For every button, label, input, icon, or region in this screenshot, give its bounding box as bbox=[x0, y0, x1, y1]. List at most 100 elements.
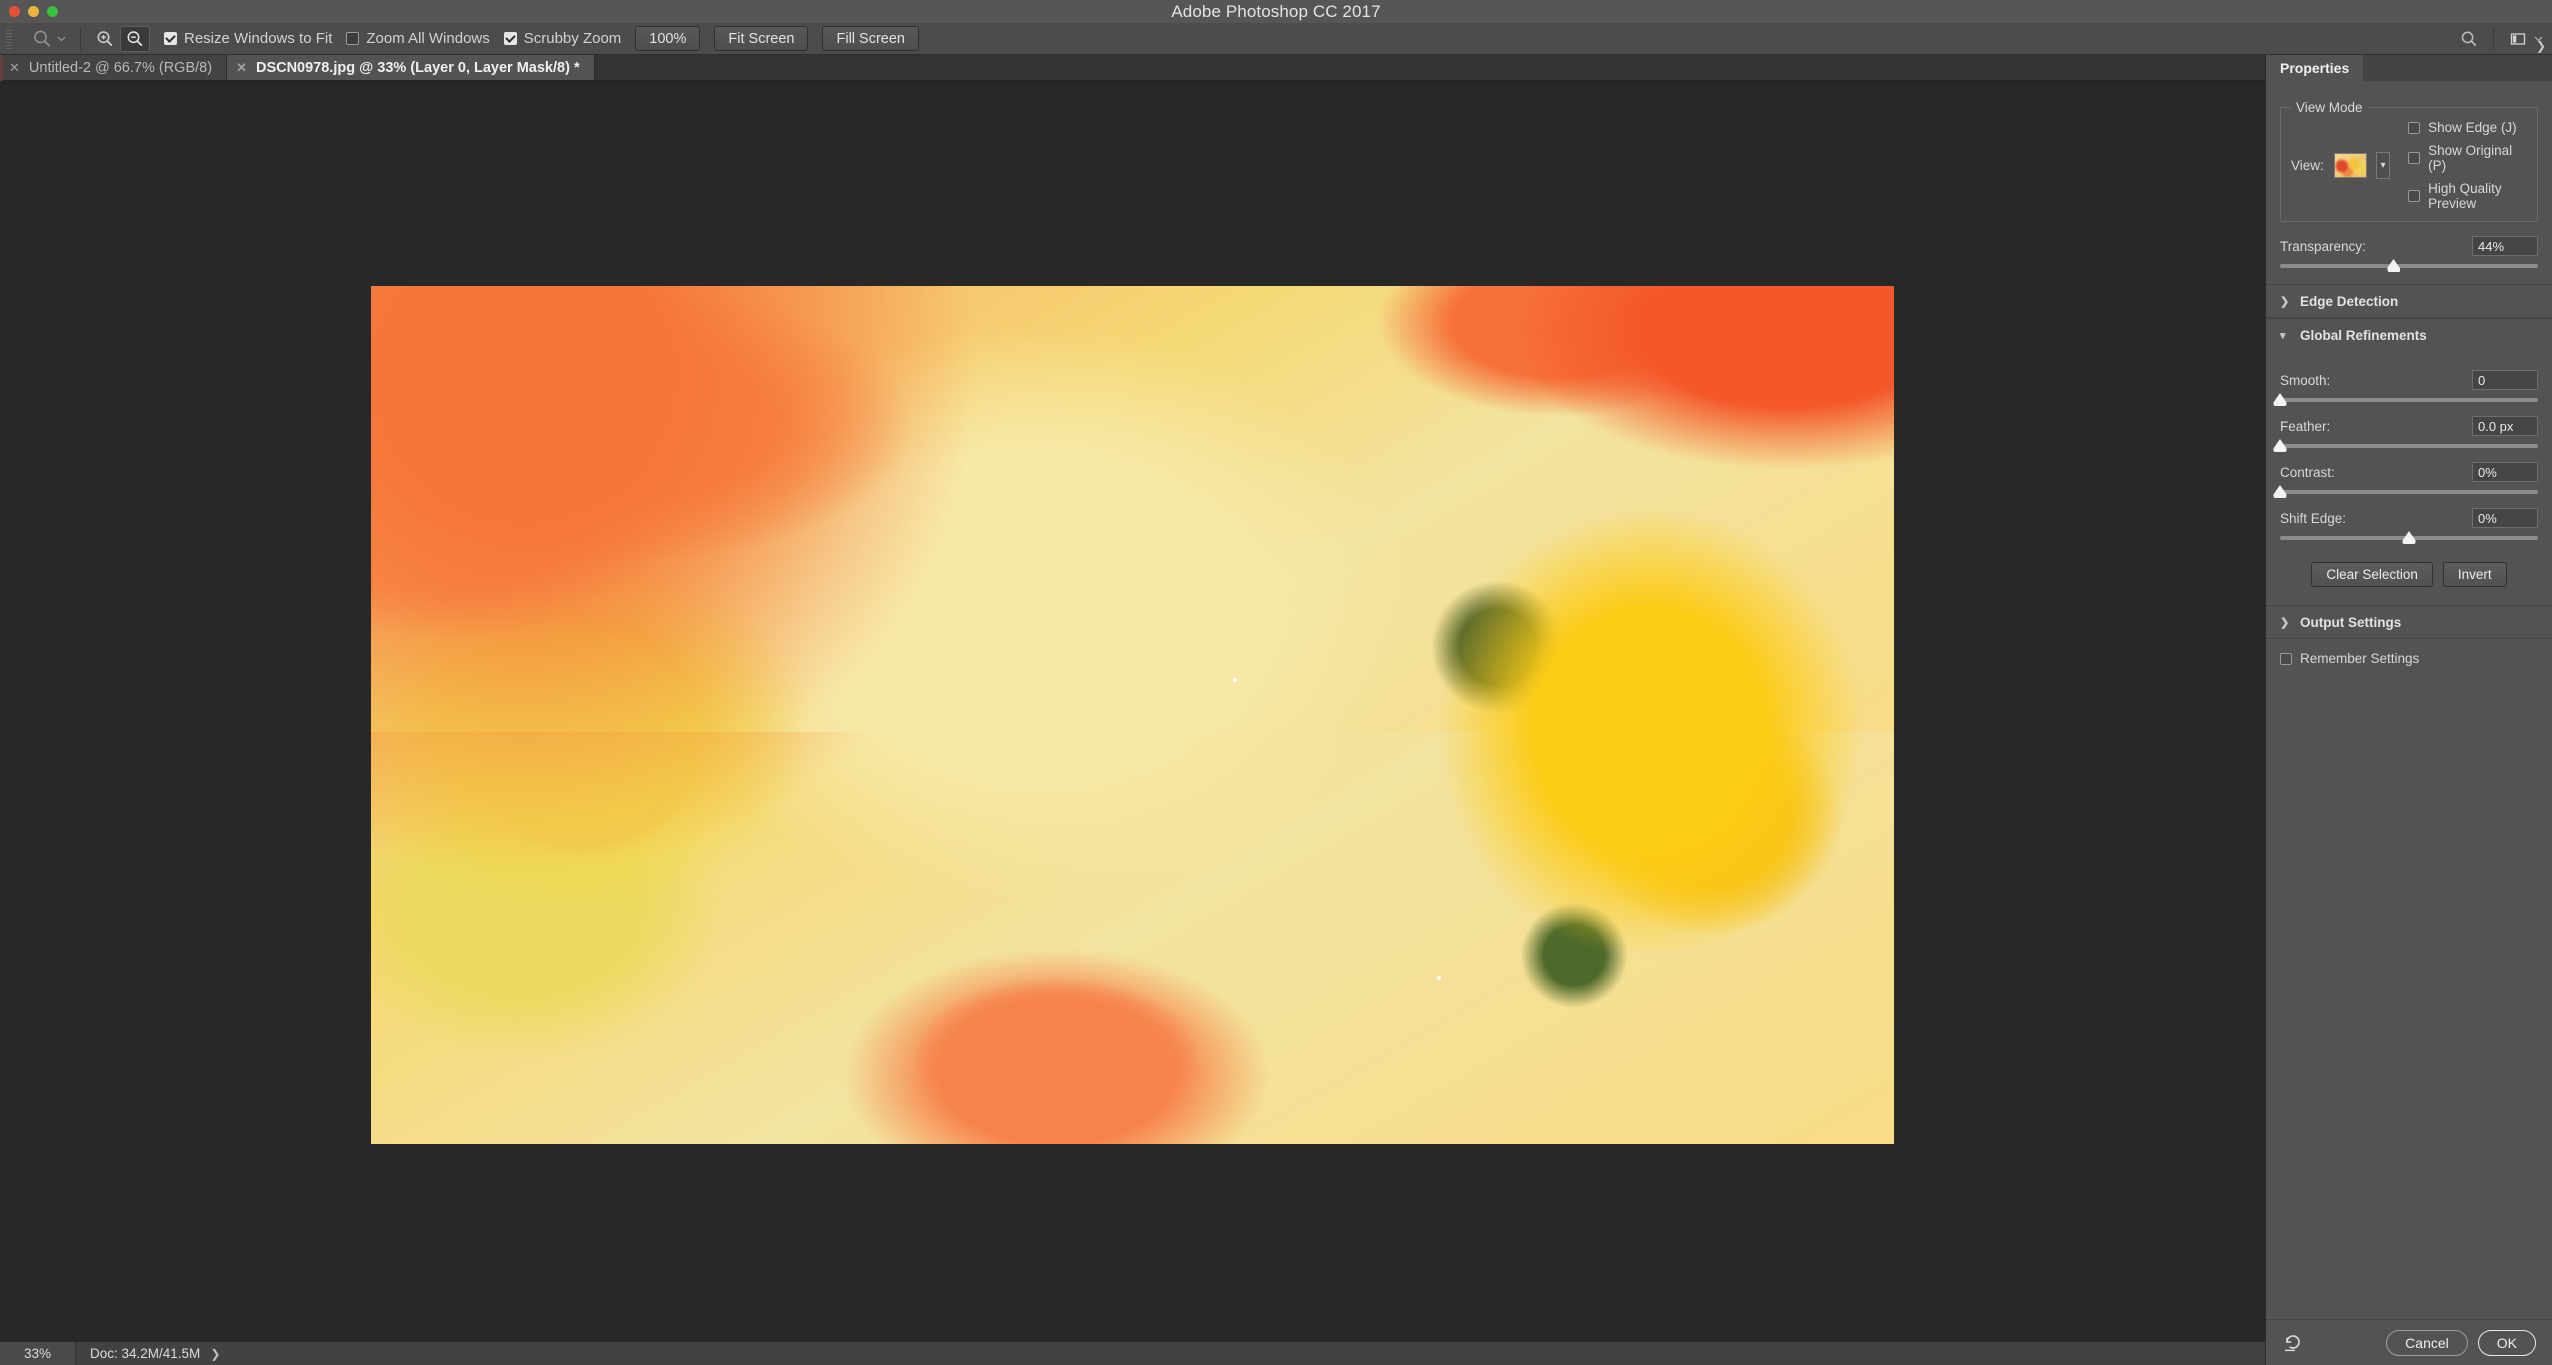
section-label: Edge Detection bbox=[2300, 294, 2398, 309]
section-output-settings[interactable]: ❯ Output Settings bbox=[2266, 605, 2552, 639]
contrast-value-field[interactable]: 0% bbox=[2472, 462, 2538, 482]
view-mode-chevron-down-icon[interactable]: ▾ bbox=[2376, 152, 2390, 179]
transparency-slider-thumb[interactable] bbox=[2387, 259, 2400, 272]
fill-screen-button[interactable]: Fill Screen bbox=[822, 26, 919, 51]
current-tool-selector[interactable] bbox=[27, 26, 71, 52]
workspace-switcher-icon[interactable] bbox=[2503, 26, 2533, 52]
chevron-down-icon[interactable] bbox=[56, 33, 67, 44]
properties-panel: ❯ Properties View Mode View: ▾ Show Edge… bbox=[2265, 55, 2552, 1365]
clear-selection-button[interactable]: Clear Selection bbox=[2311, 562, 2433, 587]
options-bar-grip[interactable] bbox=[4, 28, 14, 50]
options-bar: Resize Windows to Fit Zoom All Windows S… bbox=[0, 23, 2552, 55]
divider bbox=[2493, 28, 2494, 50]
canvas-area[interactable] bbox=[0, 81, 2265, 1343]
photoshop-window: Adobe Photoshop CC 2017 bbox=[0, 0, 2552, 1365]
section-global-refinements[interactable]: ▾ Global Refinements bbox=[2266, 318, 2552, 352]
contrast-slider-track[interactable] bbox=[2280, 490, 2538, 494]
transparency-value-field[interactable]: 44% bbox=[2472, 236, 2538, 256]
contrast-slider-thumb[interactable] bbox=[2274, 485, 2287, 498]
shift-edge-head: Shift Edge: 0% bbox=[2280, 508, 2538, 528]
smooth-slider-block: Smooth: 0 bbox=[2280, 370, 2538, 402]
panel-footer: Cancel OK bbox=[2266, 1319, 2552, 1365]
checkbox-label: Resize Windows to Fit bbox=[184, 30, 332, 47]
window-controls[interactable] bbox=[9, 6, 58, 17]
ok-button[interactable]: OK bbox=[2478, 1330, 2536, 1356]
global-refinements-body: Smooth: 0 Feather: 0.0 px Contrast: bbox=[2266, 352, 2552, 587]
checkbox-box bbox=[2280, 653, 2292, 665]
transparency-head: Transparency: 44% bbox=[2280, 236, 2538, 256]
close-icon[interactable]: ✕ bbox=[236, 61, 247, 74]
close-icon[interactable]: ✕ bbox=[9, 61, 20, 74]
smooth-slider-track[interactable] bbox=[2280, 398, 2538, 402]
status-doc-label: Doc: 34.2M/41.5M bbox=[90, 1346, 200, 1361]
smooth-slider-thumb[interactable] bbox=[2274, 393, 2287, 406]
invert-button[interactable]: Invert bbox=[2443, 562, 2507, 587]
document-tab-dscn0978[interactable]: ✕ DSCN0978.jpg @ 33% (Layer 0, Layer Mas… bbox=[227, 55, 595, 80]
status-doc-info[interactable]: Doc: 34.2M/41.5M ❯ bbox=[76, 1346, 220, 1361]
app-title: Adobe Photoshop CC 2017 bbox=[1171, 2, 1380, 22]
title-bar: Adobe Photoshop CC 2017 bbox=[0, 0, 2552, 23]
section-edge-detection[interactable]: ❯ Edge Detection bbox=[2266, 284, 2552, 318]
maximize-window-button[interactable] bbox=[47, 6, 58, 17]
close-window-button[interactable] bbox=[9, 6, 20, 17]
resize-windows-to-fit-checkbox[interactable]: Resize Windows to Fit bbox=[164, 30, 332, 47]
contrast-label: Contrast: bbox=[2280, 465, 2335, 480]
view-label: View: bbox=[2291, 158, 2324, 173]
feather-head: Feather: 0.0 px bbox=[2280, 416, 2538, 436]
feather-slider-track[interactable] bbox=[2280, 444, 2538, 448]
panel-body: View Mode View: ▾ Show Edge (J) Show Ori… bbox=[2266, 81, 2552, 268]
view-mode-group: View Mode View: ▾ Show Edge (J) Show Ori… bbox=[2280, 107, 2538, 222]
panel-collapse-chevron-right-icon[interactable]: ❯ bbox=[2536, 39, 2546, 53]
document-canvas[interactable] bbox=[371, 286, 1894, 1144]
feather-slider-thumb[interactable] bbox=[2274, 439, 2287, 452]
show-original-checkbox[interactable]: Show Original (P) bbox=[2408, 143, 2527, 173]
cancel-button[interactable]: Cancel bbox=[2386, 1330, 2468, 1356]
checkbox-label: Show Original (P) bbox=[2428, 143, 2527, 173]
checkbox-label: Show Edge (J) bbox=[2428, 120, 2517, 135]
panel-tab-row: Properties bbox=[2266, 55, 2552, 81]
transparency-slider-block: Transparency: 44% bbox=[2280, 236, 2538, 268]
checkbox-label: Remember Settings bbox=[2300, 651, 2419, 666]
show-edge-checkbox[interactable]: Show Edge (J) bbox=[2408, 120, 2527, 135]
reset-arrow-icon[interactable] bbox=[2282, 1333, 2304, 1353]
transparency-slider-track[interactable] bbox=[2280, 264, 2538, 268]
divider bbox=[80, 28, 81, 50]
status-bar: 33% Doc: 34.2M/41.5M ❯ bbox=[0, 1341, 2265, 1365]
document-tab-untitled-2[interactable]: ✕ Untitled-2 @ 66.7% (RGB/8) bbox=[0, 55, 227, 80]
chevron-right-icon: ❯ bbox=[2280, 295, 2288, 308]
zoom-tool-icon bbox=[31, 28, 53, 50]
layer-image-opaque-region bbox=[371, 286, 1894, 732]
checkbox-box bbox=[164, 32, 177, 45]
status-zoom-field[interactable]: 33% bbox=[0, 1342, 76, 1365]
search-icon[interactable] bbox=[2454, 26, 2484, 52]
high-quality-preview-checkbox[interactable]: High Quality Preview bbox=[2408, 181, 2527, 211]
checkbox-box bbox=[2408, 190, 2420, 202]
section-label: Global Refinements bbox=[2300, 328, 2427, 343]
smooth-value-field[interactable]: 0 bbox=[2472, 370, 2538, 390]
zoom-out-icon[interactable] bbox=[120, 26, 150, 52]
checkbox-label: Scrubby Zoom bbox=[524, 30, 622, 47]
fit-screen-button[interactable]: Fit Screen bbox=[714, 26, 808, 51]
zoom-in-icon[interactable] bbox=[90, 26, 120, 52]
checkbox-box bbox=[2408, 122, 2420, 134]
checkbox-label: Zoom All Windows bbox=[366, 30, 489, 47]
shift-edge-slider-thumb[interactable] bbox=[2403, 531, 2416, 544]
shift-edge-value-field[interactable]: 0% bbox=[2472, 508, 2538, 528]
zoom-100-percent-button[interactable]: 100% bbox=[635, 26, 700, 51]
shift-edge-slider-track[interactable] bbox=[2280, 536, 2538, 540]
selection-point-marker bbox=[1233, 678, 1237, 682]
view-mode-thumbnail[interactable] bbox=[2334, 153, 2367, 178]
feather-value-field[interactable]: 0.0 px bbox=[2472, 416, 2538, 436]
zoom-all-windows-checkbox[interactable]: Zoom All Windows bbox=[346, 30, 489, 47]
remember-settings-checkbox[interactable]: Remember Settings bbox=[2280, 651, 2538, 666]
chevron-right-icon: ❯ bbox=[2280, 616, 2288, 629]
transparency-label: Transparency: bbox=[2280, 239, 2366, 254]
view-mode-legend: View Mode bbox=[2291, 100, 2368, 115]
tab-properties[interactable]: Properties bbox=[2266, 55, 2363, 81]
view-mode-row: View: ▾ Show Edge (J) Show Original (P) bbox=[2291, 120, 2527, 211]
chevron-right-icon[interactable]: ❯ bbox=[210, 1347, 220, 1361]
scrubby-zoom-checkbox[interactable]: Scrubby Zoom bbox=[504, 30, 622, 47]
contrast-head: Contrast: 0% bbox=[2280, 462, 2538, 482]
selection-point-marker bbox=[1437, 976, 1441, 980]
minimize-window-button[interactable] bbox=[28, 6, 39, 17]
